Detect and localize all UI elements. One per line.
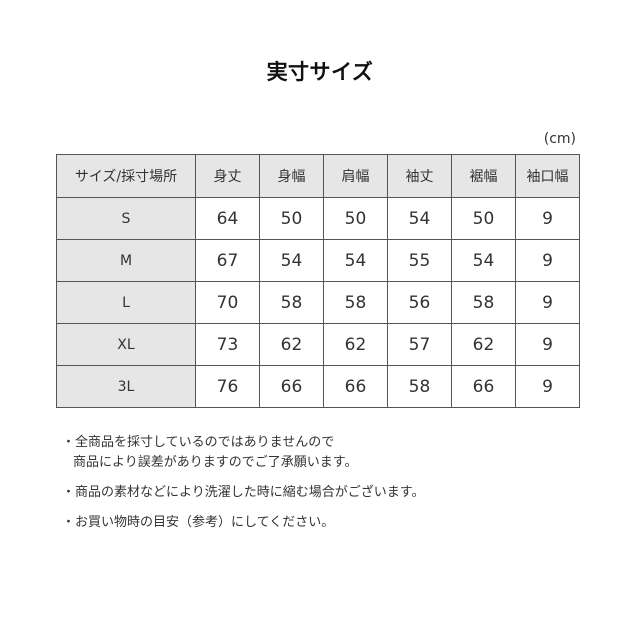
cell-sleeve-length: 54 [387, 197, 452, 240]
unit-label: (cm) [543, 131, 576, 147]
size-label: 3L [56, 365, 196, 408]
cell-shoulder-width: 58 [323, 281, 388, 324]
header-body-length: 身丈 [195, 154, 260, 198]
cell-hem-width: 50 [451, 197, 516, 240]
size-label: XL [56, 323, 196, 366]
cell-body-length: 64 [195, 197, 260, 240]
cell-hem-width: 54 [451, 239, 516, 282]
note-text: ・全商品を採寸しているのではありませんので [62, 435, 335, 450]
note-item: ・お買い物時の目安（参考）にしてください。 [62, 513, 424, 533]
table-row: L 70 58 58 56 58 9 [56, 281, 580, 324]
size-table: サイズ/採寸場所 身丈 身幅 肩幅 袖丈 裾幅 袖口幅 S 64 50 50 5… [56, 154, 580, 408]
notes-section: ・全商品を採寸しているのではありませんので 商品により誤差がありますのでご了承願… [62, 433, 424, 543]
cell-body-length: 76 [195, 365, 260, 408]
cell-hem-width: 58 [451, 281, 516, 324]
cell-body-length: 67 [195, 239, 260, 282]
cell-body-width: 58 [259, 281, 324, 324]
size-label: S [56, 197, 196, 240]
cell-cuff-width: 9 [515, 281, 580, 324]
note-item: ・商品の素材などにより洗濯した時に縮む場合がございます。 [62, 483, 424, 503]
cell-hem-width: 62 [451, 323, 516, 366]
cell-sleeve-length: 58 [387, 365, 452, 408]
cell-sleeve-length: 57 [387, 323, 452, 366]
header-cuff-width: 袖口幅 [515, 154, 580, 198]
header-sleeve-length: 袖丈 [387, 154, 452, 198]
note-text: ・お買い物時の目安（参考）にしてください。 [62, 515, 335, 530]
cell-body-length: 73 [195, 323, 260, 366]
cell-cuff-width: 9 [515, 365, 580, 408]
cell-cuff-width: 9 [515, 239, 580, 282]
header-shoulder-width: 肩幅 [323, 154, 388, 198]
table-header-row: サイズ/採寸場所 身丈 身幅 肩幅 袖丈 裾幅 袖口幅 [56, 154, 580, 198]
note-text-continued: 商品により誤差がありますのでご了承願います。 [73, 455, 358, 470]
table-row: M 67 54 54 55 54 9 [56, 239, 580, 282]
cell-shoulder-width: 54 [323, 239, 388, 282]
cell-sleeve-length: 56 [387, 281, 452, 324]
cell-cuff-width: 9 [515, 197, 580, 240]
cell-body-width: 66 [259, 365, 324, 408]
page-title: 実寸サイズ [266, 60, 374, 84]
table-row: S 64 50 50 54 50 9 [56, 197, 580, 240]
cell-body-width: 62 [259, 323, 324, 366]
size-label: L [56, 281, 196, 324]
cell-cuff-width: 9 [515, 323, 580, 366]
header-size-measure-point: サイズ/採寸場所 [56, 154, 196, 198]
cell-shoulder-width: 62 [323, 323, 388, 366]
table-row: 3L 76 66 66 58 66 9 [56, 365, 580, 408]
table-row: XL 73 62 62 57 62 9 [56, 323, 580, 366]
cell-sleeve-length: 55 [387, 239, 452, 282]
cell-body-width: 54 [259, 239, 324, 282]
size-label: M [56, 239, 196, 282]
cell-shoulder-width: 66 [323, 365, 388, 408]
cell-hem-width: 66 [451, 365, 516, 408]
header-body-width: 身幅 [259, 154, 324, 198]
cell-body-length: 70 [195, 281, 260, 324]
note-text: ・商品の素材などにより洗濯した時に縮む場合がございます。 [62, 485, 425, 500]
cell-shoulder-width: 50 [323, 197, 388, 240]
cell-body-width: 50 [259, 197, 324, 240]
header-hem-width: 裾幅 [451, 154, 516, 198]
note-item: ・全商品を採寸しているのではありませんので 商品により誤差がありますのでご了承願… [62, 433, 424, 473]
